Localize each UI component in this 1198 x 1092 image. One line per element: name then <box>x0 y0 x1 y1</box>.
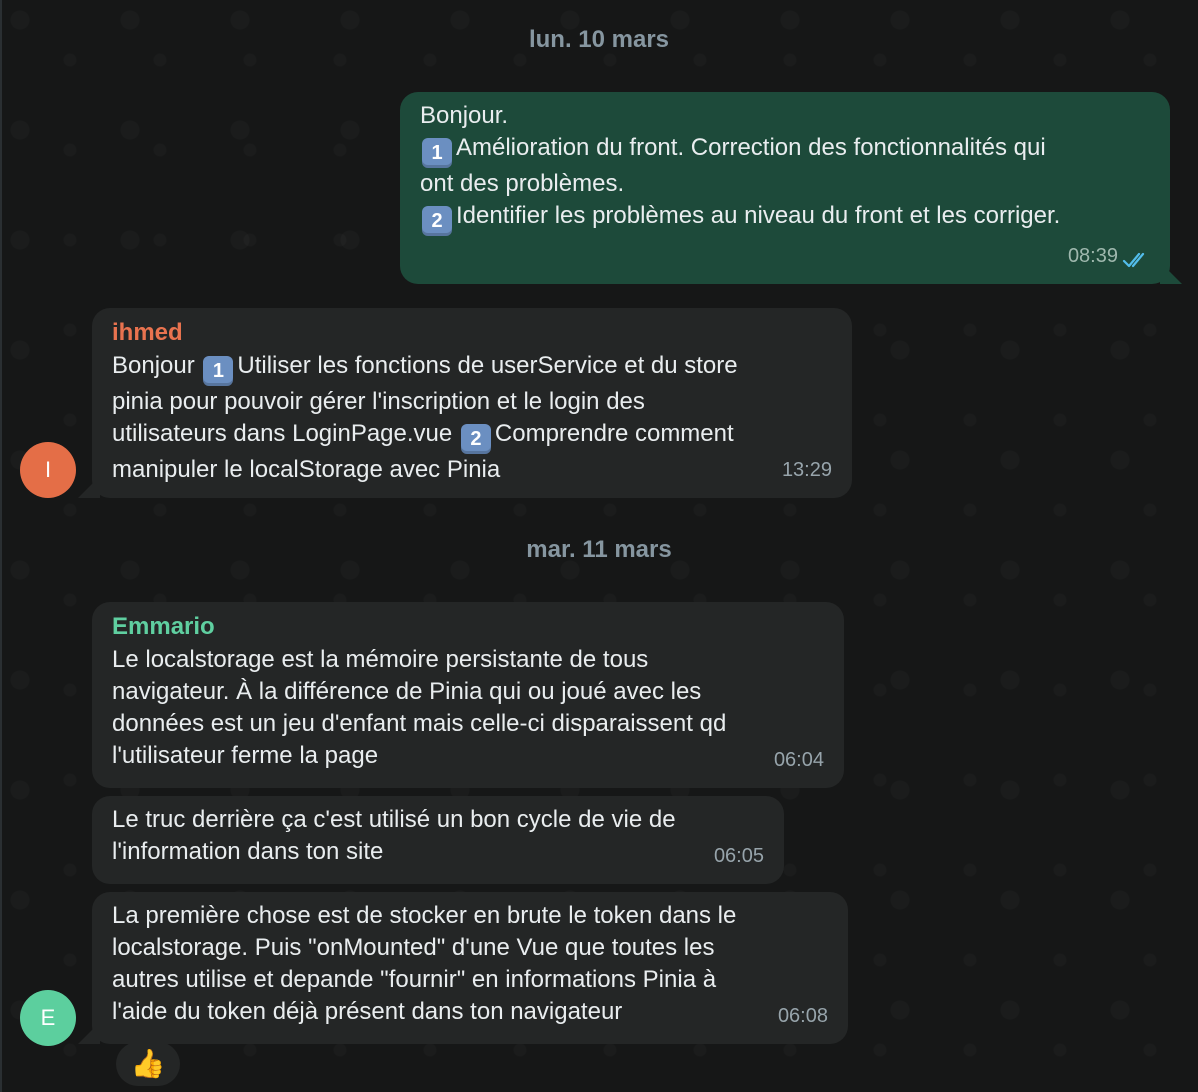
keycap-one-icon: 1 <box>203 356 234 386</box>
message-line: données est un jeu d'enfant mais celle-c… <box>112 710 727 737</box>
message-line: Identifier les problèmes au niveau du fr… <box>456 202 1061 229</box>
message-line: Amélioration du front. Correction des fo… <box>456 134 1046 161</box>
message-incoming[interactable]: Emmario Le localstorage est la mémoire p… <box>92 602 844 788</box>
message-line: localstorage. Puis "onMounted" d'une Vue… <box>112 934 715 961</box>
keycap-two-icon: 2 <box>422 206 452 236</box>
message-incoming[interactable]: ihmed Bonjour 1 Utiliser les fonctions de… <box>92 308 852 498</box>
message-line: utilisateurs dans LoginPage.vue <box>112 420 459 447</box>
date-separator: lun. 10 mars <box>528 26 670 53</box>
date-separator: mar. 11 mars <box>526 536 672 563</box>
message-line: Le localstorage est la mémoire persistan… <box>112 646 649 673</box>
message-line: La première chose est de stocker en brut… <box>112 902 737 929</box>
message-line: ont des problèmes. <box>420 170 625 197</box>
keycap-two-icon: 2 <box>460 424 491 454</box>
message-line: manipuler le localStorage avec Pinia <box>112 456 501 483</box>
message-line: Utiliser les fonctions de userService et… <box>237 352 738 379</box>
message-time: 08:39 <box>1067 245 1118 267</box>
chat-area: lun. 10 mars Bonjour. 1 Amélioration du f… <box>0 0 1198 1092</box>
message-line: navigateur. À la différence de Pinia qui… <box>112 678 702 705</box>
avatar[interactable]: E <box>20 990 76 1046</box>
message-line: l'aide du token déjà présent dans ton na… <box>112 998 623 1025</box>
thumbs-up-reaction[interactable]: 👍 <box>116 1042 180 1086</box>
message-line: Bonjour. <box>420 102 509 129</box>
message-line: autres utilise et depande "fournir" en i… <box>112 966 717 993</box>
message-time: 06:04 <box>773 749 824 771</box>
message-incoming[interactable]: Le truc derrière ça c'est utilisé un bon… <box>92 796 784 884</box>
message-time: 06:05 <box>713 845 764 867</box>
keycap-one-icon: 1 <box>422 138 452 168</box>
bubble-tail <box>78 1022 100 1044</box>
message-line: pinia pour pouvoir gérer l'inscription e… <box>112 388 645 415</box>
message-outgoing[interactable]: Bonjour. 1 Amélioration du front. Correct… <box>400 92 1170 284</box>
message-line: Le truc derrière ça c'est utilisé un bon… <box>112 806 676 833</box>
message-incoming[interactable]: La première chose est de stocker en brut… <box>92 892 848 1044</box>
message-line: l'information dans ton site <box>112 838 384 865</box>
message-line: Comprendre comment <box>494 420 734 447</box>
message-line: l'utilisateur ferme la page <box>112 742 379 769</box>
sender-name[interactable]: Emmario <box>112 610 824 644</box>
message-line: Bonjour <box>112 352 202 379</box>
message-time: 13:29 <box>781 459 832 481</box>
message-time: 06:08 <box>777 1005 828 1027</box>
avatar[interactable]: I <box>20 442 76 498</box>
read-ticks-icon <box>1122 252 1145 268</box>
sender-name[interactable]: ihmed <box>112 316 832 350</box>
